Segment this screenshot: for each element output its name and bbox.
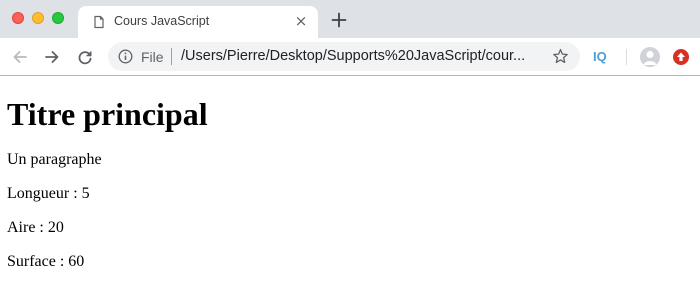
- address-bar[interactable]: File /Users/Pierre/Desktop/Supports%20Ja…: [108, 42, 580, 71]
- tab-title: Cours JavaScript: [114, 14, 210, 28]
- close-icon[interactable]: ×: [294, 14, 308, 29]
- forward-arrow-icon[interactable]: [43, 48, 61, 66]
- star-icon[interactable]: [552, 48, 569, 65]
- close-window-button[interactable]: [12, 12, 24, 24]
- page-title: Titre principal: [7, 96, 208, 132]
- iq-extension-button[interactable]: IQ: [593, 49, 607, 64]
- info-icon[interactable]: [118, 49, 133, 64]
- red-extension-icon[interactable]: [673, 49, 689, 65]
- tab-strip: Cours JavaScript ×: [0, 0, 700, 38]
- longueur-text: Longueur : 5: [7, 185, 90, 202]
- window-controls: [12, 12, 64, 24]
- page-content: Titre principal Un paragraphe Longueur :…: [0, 96, 700, 271]
- aire-text: Aire : 20: [7, 219, 64, 236]
- back-arrow-icon[interactable]: [11, 48, 29, 66]
- reload-icon[interactable]: [76, 48, 94, 66]
- toolbar-separator: [626, 49, 627, 65]
- document-icon: [94, 15, 104, 29]
- zoom-window-button[interactable]: [52, 12, 64, 24]
- address-separator: [171, 48, 172, 65]
- surface-text: Surface : 60: [7, 253, 85, 270]
- avatar-icon[interactable]: [640, 47, 660, 67]
- paragraph-text: Un paragraphe: [7, 151, 102, 168]
- tab-cours-javascript[interactable]: Cours JavaScript ×: [78, 6, 318, 38]
- browser-toolbar: File /Users/Pierre/Desktop/Supports%20Ja…: [0, 38, 700, 76]
- plus-icon[interactable]: [329, 10, 349, 30]
- url-text[interactable]: /Users/Pierre/Desktop/Supports%20JavaScr…: [181, 48, 543, 64]
- minimize-window-button[interactable]: [32, 12, 44, 24]
- scheme-label: File: [141, 49, 164, 65]
